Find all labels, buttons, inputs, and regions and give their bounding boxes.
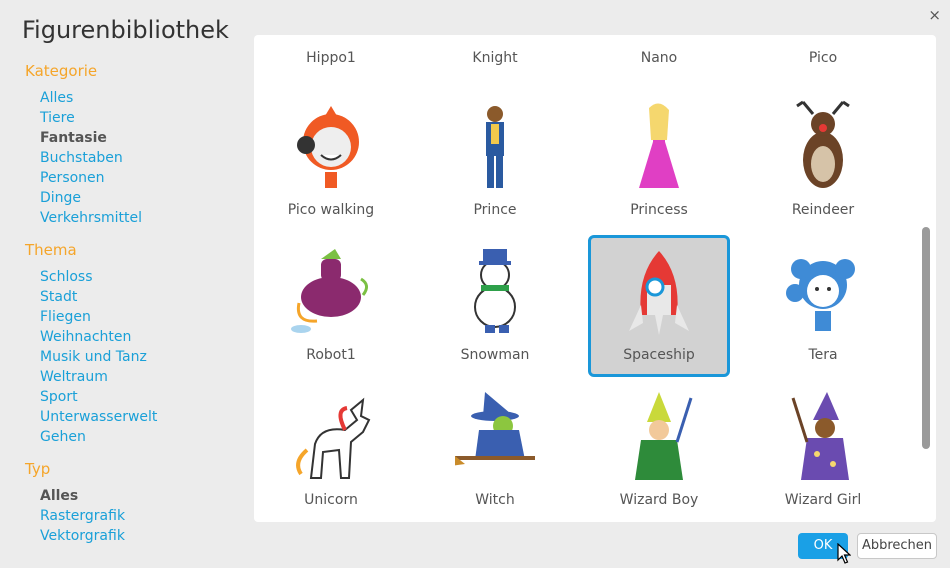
sprite-label-hippo1[interactable]: Hippo1 xyxy=(260,50,402,66)
filter-tiere[interactable]: Tiere xyxy=(40,108,250,128)
tera-thumbnail xyxy=(786,259,855,331)
sprite-unicorn[interactable]: Unicorn xyxy=(260,380,402,522)
filter-gehen[interactable]: Gehen xyxy=(40,427,250,447)
scrollbar[interactable] xyxy=(922,40,930,517)
sprite-label-unicorn: Unicorn xyxy=(304,492,358,508)
sprite-spaceship[interactable]: Spaceship xyxy=(588,235,730,377)
spaceship-thumbnail xyxy=(629,251,689,335)
pico-walking-thumbnail xyxy=(297,106,359,188)
filter-musik-und-tanz[interactable]: Musik und Tanz xyxy=(40,347,250,367)
filter-unterwasserwelt[interactable]: Unterwasserwelt xyxy=(40,407,250,427)
filter-alles[interactable]: Alles xyxy=(40,486,250,506)
princess-thumbnail xyxy=(639,103,679,188)
filter-fliegen[interactable]: Fliegen xyxy=(40,307,250,327)
sprite-label-prince: Prince xyxy=(473,202,517,218)
sprite-witch[interactable]: Witch xyxy=(424,380,566,522)
section-list-typ: Alles Rastergrafik Vektorgrafik xyxy=(40,486,250,546)
filter-vektorgrafik[interactable]: Vektorgrafik xyxy=(40,526,250,546)
snowman-thumbnail xyxy=(474,249,516,333)
filter-verkehrsmittel[interactable]: Verkehrsmittel xyxy=(40,208,250,228)
unicorn-thumbnail xyxy=(296,397,371,479)
section-list-kategorie: Alles Tiere Fantasie Buchstaben Personen Ding… xyxy=(40,88,250,228)
reindeer-thumbnail xyxy=(796,100,850,188)
scrollbar-thumb[interactable] xyxy=(922,227,930,449)
sprite-princess[interactable]: Princess xyxy=(588,90,730,232)
cancel-button[interactable]: Abbrechen xyxy=(857,533,937,559)
sprite-label-princess: Princess xyxy=(630,202,688,218)
filter-alles[interactable]: Alles xyxy=(40,88,250,108)
sprite-library-dialog: Figurenbibliothek × Kategorie Alles Tiere F… xyxy=(0,0,950,568)
filter-personen[interactable]: Personen xyxy=(40,168,250,188)
sprite-label-spaceship: Spaceship xyxy=(623,347,695,363)
sprite-wizard-boy[interactable]: Wizard Boy xyxy=(588,380,730,522)
robot1-thumbnail xyxy=(291,249,368,333)
filter-schloss[interactable]: Schloss xyxy=(40,267,250,287)
sprite-label-knight[interactable]: Knight xyxy=(424,50,566,66)
sprite-label-snowman: Snowman xyxy=(460,347,530,363)
filter-sidebar: Kategorie Alles Tiere Fantasie Buchstaben Per… xyxy=(25,62,250,559)
wizard-girl-thumbnail xyxy=(791,392,849,480)
sprite-label-pico[interactable]: Pico xyxy=(752,50,894,66)
filter-dinge[interactable]: Dinge xyxy=(40,188,250,208)
dialog-title: Figurenbibliothek xyxy=(22,16,229,44)
close-icon[interactable]: × xyxy=(928,6,941,24)
sprite-label-wizard-boy: Wizard Boy xyxy=(619,492,699,508)
sprite-grid-panel: Hippo1 Knight Nano Pico Pico walking Prince P… xyxy=(254,35,936,522)
sprite-label-pico-walking: Pico walking xyxy=(287,202,375,218)
sprite-label-witch: Witch xyxy=(475,492,515,508)
sprite-snowman[interactable]: Snowman xyxy=(424,235,566,377)
witch-thumbnail xyxy=(455,392,535,466)
section-heading-typ: Typ xyxy=(25,460,51,478)
sprite-wizard-girl[interactable]: Wizard Girl xyxy=(752,380,894,522)
sprite-label-reindeer: Reindeer xyxy=(791,202,855,218)
section-heading-kategorie: Kategorie xyxy=(25,62,98,80)
sprite-reindeer[interactable]: Reindeer xyxy=(752,90,894,232)
filter-weihnachten[interactable]: Weihnachten xyxy=(40,327,250,347)
filter-stadt[interactable]: Stadt xyxy=(40,287,250,307)
filter-fantasie[interactable]: Fantasie xyxy=(40,128,250,148)
sprite-label-tera: Tera xyxy=(808,347,838,363)
sprite-label-wizard-girl: Wizard Girl xyxy=(784,492,862,508)
sprite-tera[interactable]: Tera xyxy=(752,235,894,377)
filter-rastergrafik[interactable]: Rastergrafik xyxy=(40,506,250,526)
filter-weltraum[interactable]: Weltraum xyxy=(40,367,250,387)
sprite-prince[interactable]: Prince xyxy=(424,90,566,232)
sprite-label-robot1: Robot1 xyxy=(306,347,356,363)
sprite-robot1[interactable]: Robot1 xyxy=(260,235,402,377)
section-heading-thema: Thema xyxy=(25,241,77,259)
sprite-pico-walking[interactable]: Pico walking xyxy=(260,90,402,232)
section-list-thema: Schloss Stadt Fliegen Weihnachten Musik und … xyxy=(40,267,250,447)
mouse-cursor-icon xyxy=(837,543,851,564)
sprite-label-nano[interactable]: Nano xyxy=(588,50,730,66)
prince-thumbnail xyxy=(486,106,504,188)
wizard-boy-thumbnail xyxy=(635,392,693,480)
filter-buchstaben[interactable]: Buchstaben xyxy=(40,148,250,168)
filter-sport[interactable]: Sport xyxy=(40,387,250,407)
